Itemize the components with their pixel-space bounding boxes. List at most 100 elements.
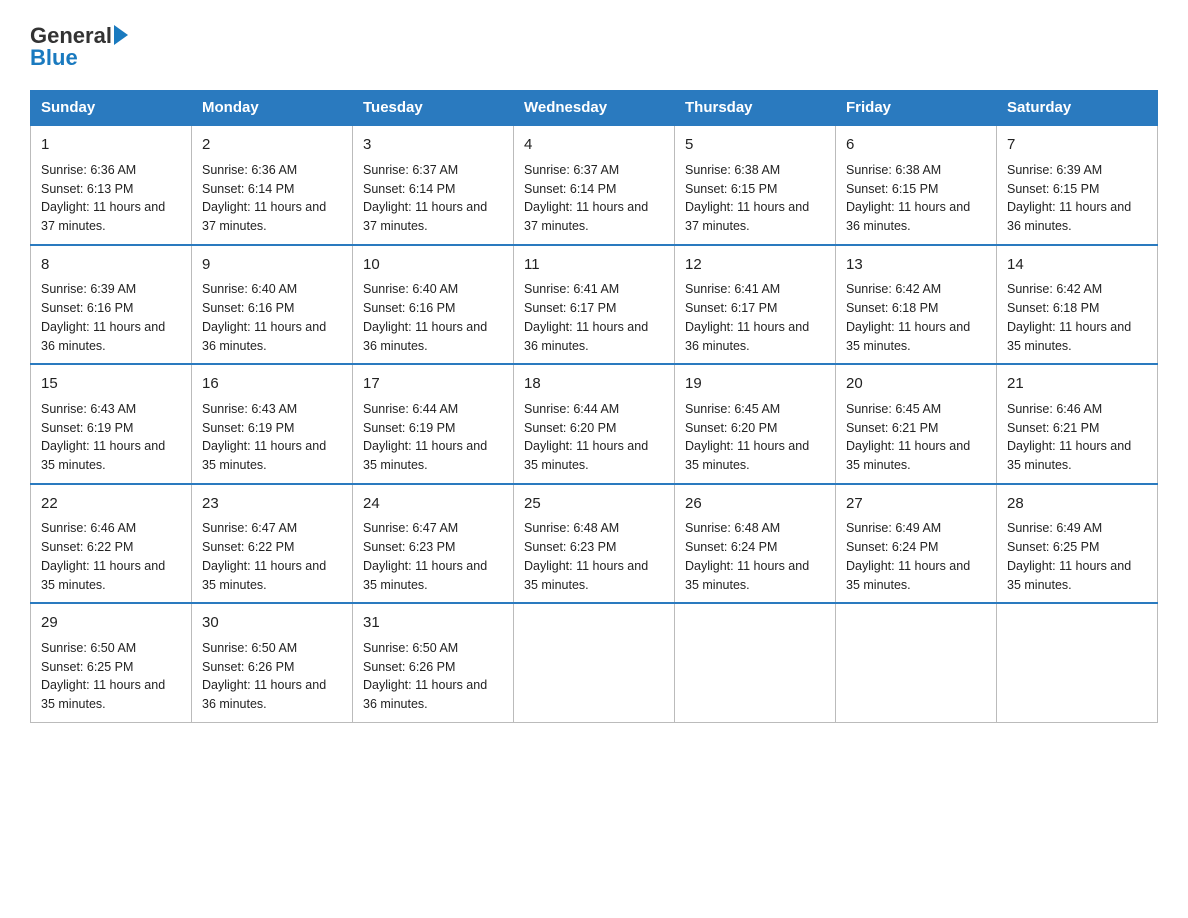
sunset-label: Sunset: 6:19 PM: [202, 421, 294, 435]
sunrise-label: Sunrise: 6:50 AM: [41, 641, 136, 655]
calendar-cell: 4 Sunrise: 6:37 AM Sunset: 6:14 PM Dayli…: [514, 125, 675, 245]
day-number: 24: [363, 493, 503, 516]
sunset-label: Sunset: 6:14 PM: [363, 182, 455, 196]
sunrise-label: Sunrise: 6:41 AM: [524, 282, 619, 296]
sunrise-label: Sunrise: 6:47 AM: [363, 521, 458, 535]
sunrise-label: Sunrise: 6:36 AM: [202, 163, 297, 177]
daylight-label: Daylight: 11 hours and 37 minutes.: [363, 200, 487, 233]
sunset-label: Sunset: 6:24 PM: [846, 540, 938, 554]
daylight-label: Daylight: 11 hours and 35 minutes.: [1007, 320, 1131, 353]
sunrise-label: Sunrise: 6:44 AM: [524, 402, 619, 416]
calendar-cell: 6 Sunrise: 6:38 AM Sunset: 6:15 PM Dayli…: [836, 125, 997, 245]
logo-arrow-icon: [114, 25, 128, 45]
day-number: 11: [524, 254, 664, 277]
daylight-label: Daylight: 11 hours and 35 minutes.: [1007, 439, 1131, 472]
sunset-label: Sunset: 6:23 PM: [363, 540, 455, 554]
sunrise-label: Sunrise: 6:39 AM: [1007, 163, 1102, 177]
calendar-cell: 1 Sunrise: 6:36 AM Sunset: 6:13 PM Dayli…: [31, 125, 192, 245]
calendar-cell: 2 Sunrise: 6:36 AM Sunset: 6:14 PM Dayli…: [192, 125, 353, 245]
day-number: 19: [685, 373, 825, 396]
day-number: 5: [685, 134, 825, 157]
sunset-label: Sunset: 6:14 PM: [202, 182, 294, 196]
sunset-label: Sunset: 6:16 PM: [41, 301, 133, 315]
calendar-header-wednesday: Wednesday: [514, 91, 675, 126]
sunset-label: Sunset: 6:15 PM: [1007, 182, 1099, 196]
sunset-label: Sunset: 6:18 PM: [846, 301, 938, 315]
daylight-label: Daylight: 11 hours and 37 minutes.: [524, 200, 648, 233]
calendar-cell: 14 Sunrise: 6:42 AM Sunset: 6:18 PM Dayl…: [997, 245, 1158, 365]
daylight-label: Daylight: 11 hours and 35 minutes.: [846, 320, 970, 353]
calendar-table: SundayMondayTuesdayWednesdayThursdayFrid…: [30, 90, 1158, 723]
calendar-header-saturday: Saturday: [997, 91, 1158, 126]
sunset-label: Sunset: 6:16 PM: [363, 301, 455, 315]
calendar-week-row: 8 Sunrise: 6:39 AM Sunset: 6:16 PM Dayli…: [31, 245, 1158, 365]
sunset-label: Sunset: 6:21 PM: [846, 421, 938, 435]
sunrise-label: Sunrise: 6:38 AM: [846, 163, 941, 177]
calendar-cell: 19 Sunrise: 6:45 AM Sunset: 6:20 PM Dayl…: [675, 364, 836, 484]
calendar-header-monday: Monday: [192, 91, 353, 126]
sunset-label: Sunset: 6:15 PM: [685, 182, 777, 196]
daylight-label: Daylight: 11 hours and 36 minutes.: [1007, 200, 1131, 233]
calendar-cell: 20 Sunrise: 6:45 AM Sunset: 6:21 PM Dayl…: [836, 364, 997, 484]
day-number: 9: [202, 254, 342, 277]
day-number: 25: [524, 493, 664, 516]
day-number: 10: [363, 254, 503, 277]
sunset-label: Sunset: 6:20 PM: [524, 421, 616, 435]
sunset-label: Sunset: 6:26 PM: [202, 660, 294, 674]
sunrise-label: Sunrise: 6:42 AM: [846, 282, 941, 296]
sunrise-label: Sunrise: 6:37 AM: [524, 163, 619, 177]
sunrise-label: Sunrise: 6:39 AM: [41, 282, 136, 296]
sunset-label: Sunset: 6:22 PM: [41, 540, 133, 554]
sunrise-label: Sunrise: 6:40 AM: [202, 282, 297, 296]
calendar-cell: 28 Sunrise: 6:49 AM Sunset: 6:25 PM Dayl…: [997, 484, 1158, 604]
day-number: 1: [41, 134, 181, 157]
calendar-cell: 31 Sunrise: 6:50 AM Sunset: 6:26 PM Dayl…: [353, 603, 514, 722]
calendar-cell: 25 Sunrise: 6:48 AM Sunset: 6:23 PM Dayl…: [514, 484, 675, 604]
calendar-header-tuesday: Tuesday: [353, 91, 514, 126]
sunset-label: Sunset: 6:19 PM: [363, 421, 455, 435]
calendar-cell: 30 Sunrise: 6:50 AM Sunset: 6:26 PM Dayl…: [192, 603, 353, 722]
day-number: 31: [363, 612, 503, 635]
calendar-cell: 16 Sunrise: 6:43 AM Sunset: 6:19 PM Dayl…: [192, 364, 353, 484]
calendar-cell: 3 Sunrise: 6:37 AM Sunset: 6:14 PM Dayli…: [353, 125, 514, 245]
sunrise-label: Sunrise: 6:38 AM: [685, 163, 780, 177]
daylight-label: Daylight: 11 hours and 35 minutes.: [685, 439, 809, 472]
sunrise-label: Sunrise: 6:43 AM: [41, 402, 136, 416]
calendar-cell: 29 Sunrise: 6:50 AM Sunset: 6:25 PM Dayl…: [31, 603, 192, 722]
sunrise-label: Sunrise: 6:45 AM: [846, 402, 941, 416]
calendar-cell: 10 Sunrise: 6:40 AM Sunset: 6:16 PM Dayl…: [353, 245, 514, 365]
calendar-week-row: 15 Sunrise: 6:43 AM Sunset: 6:19 PM Dayl…: [31, 364, 1158, 484]
day-number: 17: [363, 373, 503, 396]
day-number: 3: [363, 134, 503, 157]
sunset-label: Sunset: 6:21 PM: [1007, 421, 1099, 435]
daylight-label: Daylight: 11 hours and 35 minutes.: [363, 439, 487, 472]
sunset-label: Sunset: 6:19 PM: [41, 421, 133, 435]
day-number: 6: [846, 134, 986, 157]
calendar-cell: 22 Sunrise: 6:46 AM Sunset: 6:22 PM Dayl…: [31, 484, 192, 604]
logo-blue: Blue: [30, 45, 78, 70]
daylight-label: Daylight: 11 hours and 35 minutes.: [524, 559, 648, 592]
calendar-cell: 12 Sunrise: 6:41 AM Sunset: 6:17 PM Dayl…: [675, 245, 836, 365]
day-number: 2: [202, 134, 342, 157]
day-number: 12: [685, 254, 825, 277]
day-number: 14: [1007, 254, 1147, 277]
day-number: 26: [685, 493, 825, 516]
calendar-header-thursday: Thursday: [675, 91, 836, 126]
logo: General Blue: [30, 24, 128, 70]
day-number: 4: [524, 134, 664, 157]
calendar-header-sunday: Sunday: [31, 91, 192, 126]
calendar-cell: [997, 603, 1158, 722]
day-number: 29: [41, 612, 181, 635]
day-number: 13: [846, 254, 986, 277]
sunset-label: Sunset: 6:17 PM: [524, 301, 616, 315]
daylight-label: Daylight: 11 hours and 35 minutes.: [202, 559, 326, 592]
calendar-cell: 9 Sunrise: 6:40 AM Sunset: 6:16 PM Dayli…: [192, 245, 353, 365]
sunrise-label: Sunrise: 6:48 AM: [524, 521, 619, 535]
sunset-label: Sunset: 6:22 PM: [202, 540, 294, 554]
calendar-cell: 23 Sunrise: 6:47 AM Sunset: 6:22 PM Dayl…: [192, 484, 353, 604]
day-number: 16: [202, 373, 342, 396]
daylight-label: Daylight: 11 hours and 35 minutes.: [41, 559, 165, 592]
sunset-label: Sunset: 6:24 PM: [685, 540, 777, 554]
sunset-label: Sunset: 6:15 PM: [846, 182, 938, 196]
daylight-label: Daylight: 11 hours and 35 minutes.: [846, 559, 970, 592]
